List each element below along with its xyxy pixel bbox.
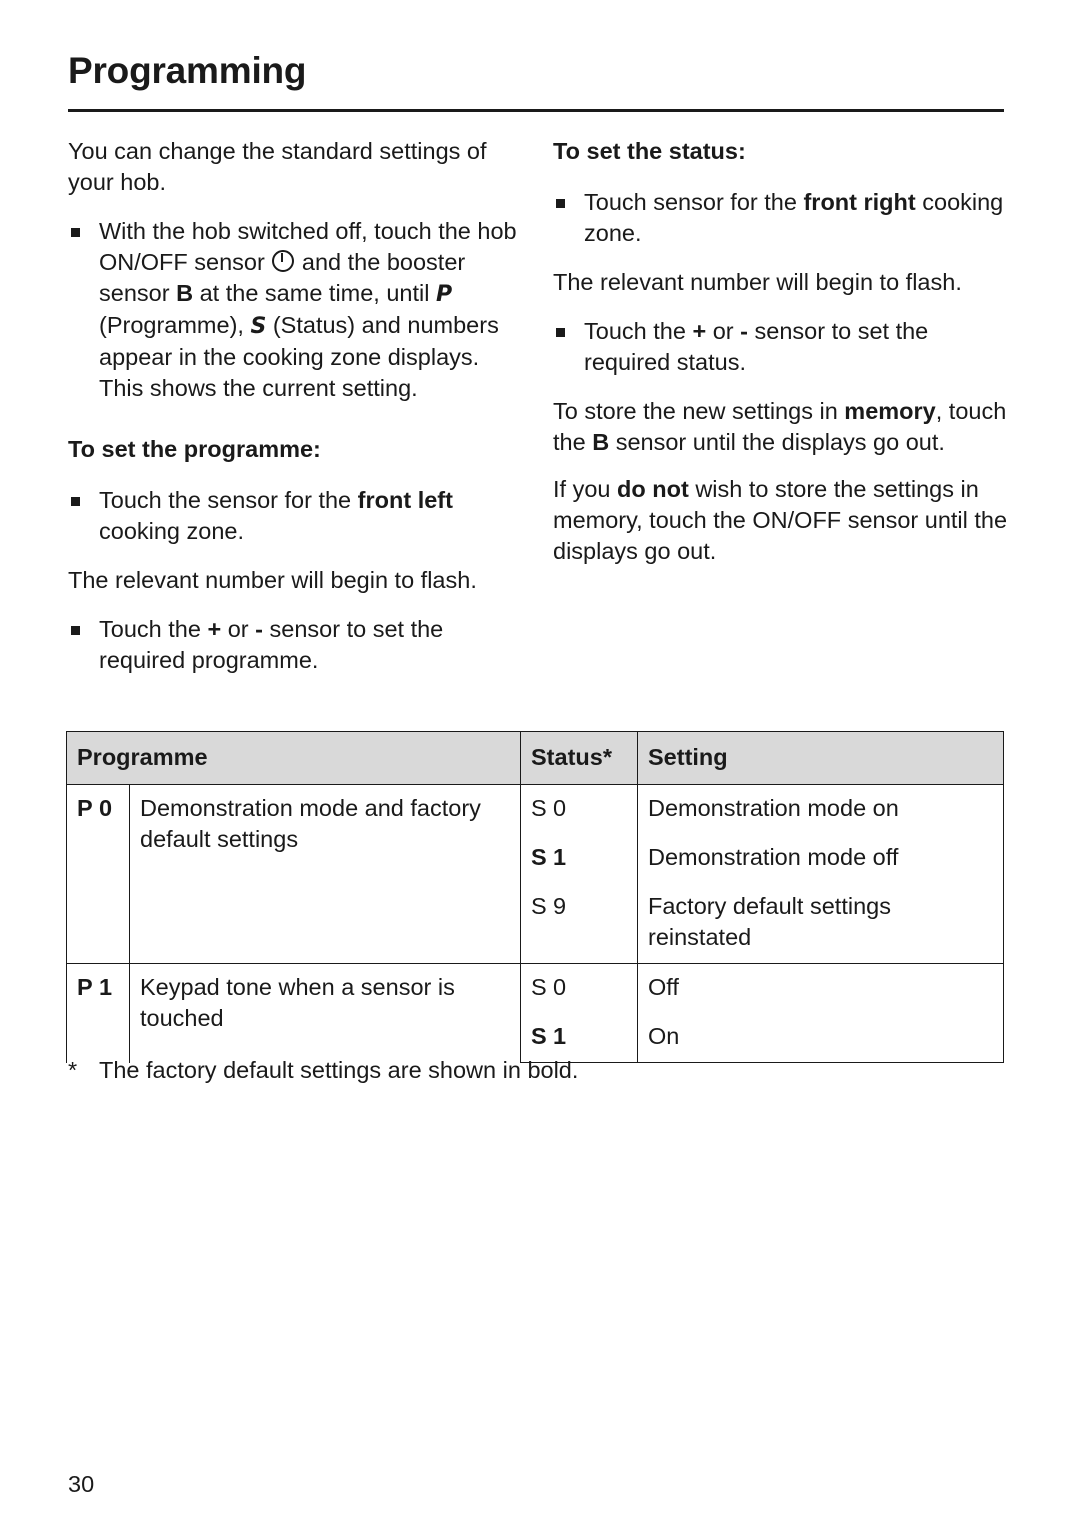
memory-label: memory [844,398,936,424]
programme-description-cell: Demonstration mode and factory default s… [129,784,521,964]
booster-sensor-label: B [592,429,610,455]
column-header-setting: Setting [637,731,1004,785]
plus-sensor-label: + [692,318,707,344]
minus-sensor-label: - [255,616,263,642]
column-header-programme: Programme [66,731,521,785]
table-row: P0 Demonstration mode and factory defaul… [66,784,1004,964]
bullet-text-a: Touch the sensor for the [99,487,352,513]
square-bullet-icon [556,199,565,208]
status-number: 1 [553,1023,567,1049]
bullet-text-a: Touch the [584,318,686,344]
bullet-text-c: or [712,318,734,344]
bullet-text-b: front right [803,189,916,215]
status-letter: S [531,893,547,919]
programme-number: 0 [99,795,113,821]
status-number: 0 [553,795,567,821]
document-page: Programming You can change the standard … [0,0,1080,1529]
bullet-plus-minus-programme: Touch the + or - sensor to set the requi… [68,614,523,676]
page-number: 30 [68,1471,95,1497]
subhead-set-programme: To set the programme: [68,436,321,462]
programme-settings-table: Programme Status* Setting P0 Demonstrati… [66,731,1004,1063]
status-number: 1 [553,844,567,870]
donot-store-paragraph: If you do not wish to store the settings… [553,474,1013,567]
store-text-e: sensor until the displays go out. [615,429,945,455]
bullet-plus-minus-status: Touch the + or - sensor to set the requi… [553,316,1013,378]
programme-letter: P [77,974,93,1000]
setting-cell: On [637,1013,1004,1063]
status-letter: S [531,844,547,870]
programme-code-cell: P1 [66,963,130,1063]
status-letter: S [531,1023,547,1049]
bullet-text-c: or [227,616,249,642]
square-bullet-icon [71,228,80,237]
square-bullet-icon [71,497,80,506]
plus-sensor-label: + [207,616,222,642]
bullet-text-d: at the same time, until [199,280,430,306]
bullet-text-c: cooking zone. [99,518,245,544]
programme-glyph: P [436,282,453,307]
donot-text-a: If you [553,476,611,502]
column-header-status: Status* [520,731,638,785]
flash-note-right: The relevant number will begin to flash. [553,269,962,295]
programme-code-cell: P0 [66,784,130,964]
status-number: 9 [553,893,567,919]
subhead-set-status: To set the status: [553,138,746,164]
footnote-text: The factory default settings are shown i… [99,1057,579,1083]
setting-cell: Demonstration mode on [637,784,1004,834]
right-column: To set the status: Touch sensor for the … [553,136,1013,585]
page-title: Programming [68,50,307,91]
flash-note-left: The relevant number will begin to flash. [68,567,477,593]
title-divider [68,109,1004,112]
store-text-a: To store the new settings in [553,398,838,424]
setting-cell: Off [637,963,1004,1013]
table-header-row: Programme Status* Setting [66,731,1004,785]
bullet-text-c: B [176,280,194,306]
status-number: 0 [553,974,567,1000]
setting-cell: Demonstration mode off [637,834,1004,883]
bullet-text-b: front left [357,487,453,513]
power-onoff-icon [272,250,295,272]
status-code-cell: S1 [520,834,638,883]
square-bullet-icon [71,626,80,635]
bullet-front-right: Touch sensor for the front right cooking… [553,187,1013,249]
left-column: You can change the standard settings of … [68,136,523,694]
programme-letter: P [77,795,93,821]
programme-number: 1 [99,974,113,1000]
status-code-cell: S0 [520,784,638,834]
programme-description-cell: Keypad tone when a sensor is touched [129,963,521,1063]
bullet-switch-off: With the hob switched off, touch the hob… [68,216,523,404]
table-footnote: * The factory default settings are shown… [68,1055,578,1086]
setting-cell: Factory default settings reinstated [637,883,1004,964]
bullet-text-a: Touch sensor for the [584,189,797,215]
status-letter: S [531,974,547,1000]
bullet-text-a: Touch the [99,616,201,642]
bullet-front-left: Touch the sensor for the front left cook… [68,485,523,547]
intro-paragraph: You can change the standard settings of … [68,138,487,195]
status-code-cell: S9 [520,883,638,964]
donot-label: do not [617,476,689,502]
status-letter: S [531,795,547,821]
footnote-marker: * [68,1057,78,1083]
status-code-cell: S0 [520,963,638,1013]
square-bullet-icon [556,328,565,337]
table-row: P1 Keypad tone when a sensor is touched … [66,963,1004,1063]
status-glyph: S [250,314,267,339]
minus-sensor-label: - [740,318,748,344]
bullet-text-f: (Programme), [99,312,244,338]
store-memory-paragraph: To store the new settings in memory, tou… [553,396,1013,458]
